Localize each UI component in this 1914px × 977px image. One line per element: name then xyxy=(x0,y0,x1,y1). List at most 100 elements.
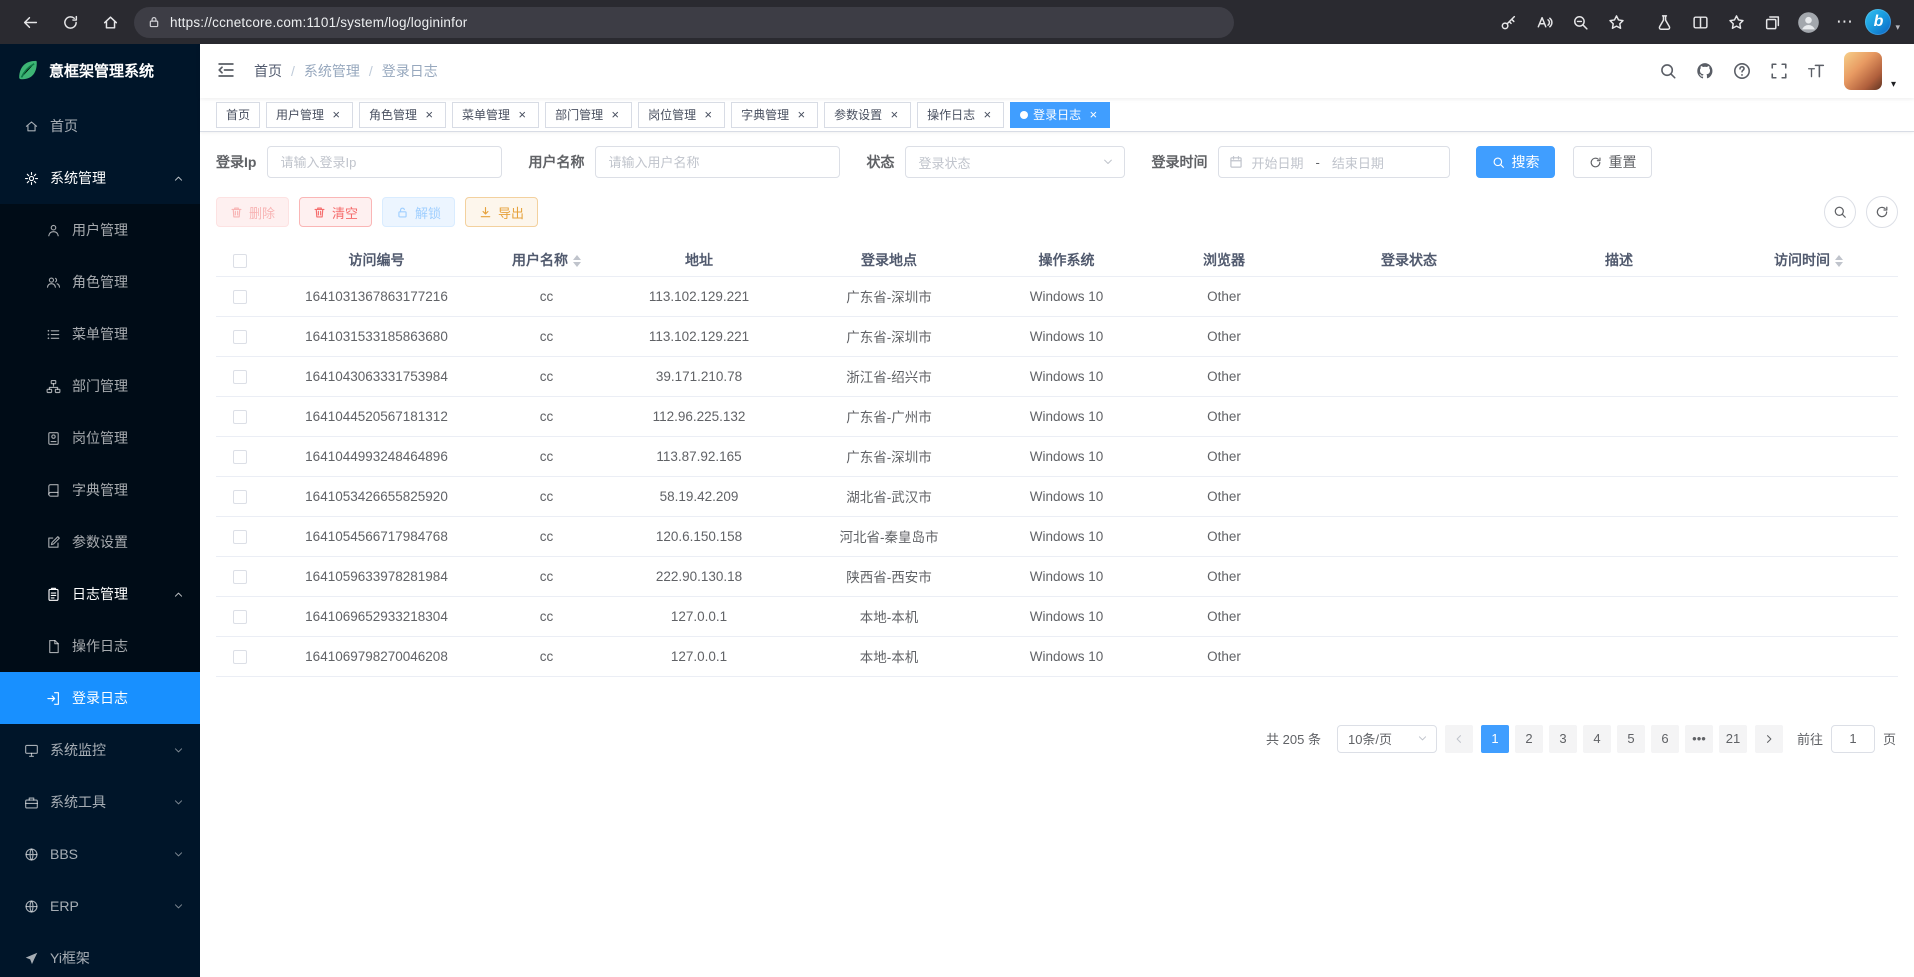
table-row[interactable]: 1641054566717984768 cc 120.6.150.158 河北省… xyxy=(216,516,1898,556)
page-number-button[interactable]: 4 xyxy=(1583,725,1611,753)
sidebar-item-roles[interactable]: 角色管理 xyxy=(0,256,200,308)
page-number-button[interactable]: 6 xyxy=(1651,725,1679,753)
tab-close-icon[interactable] xyxy=(608,108,622,122)
select-all-checkbox[interactable] xyxy=(233,254,247,268)
tab[interactable]: 用户管理 xyxy=(266,102,353,128)
sidebar-item-dictionary[interactable]: 字典管理 xyxy=(0,464,200,516)
browser-refresh-icon[interactable] xyxy=(54,6,86,38)
tab-close-icon[interactable] xyxy=(887,108,901,122)
table-row[interactable]: 1641044993248464896 cc 113.87.92.165 广东省… xyxy=(216,436,1898,476)
tab[interactable]: 部门管理 xyxy=(545,102,632,128)
tab-close-icon[interactable] xyxy=(794,108,808,122)
favorites-icon[interactable] xyxy=(1721,7,1751,37)
page-number-button[interactable]: 2 xyxy=(1515,725,1543,753)
table-row[interactable]: 1641053426655825920 cc 58.19.42.209 湖北省-… xyxy=(216,476,1898,516)
sidebar-item-system[interactable]: 系统管理 xyxy=(0,152,200,204)
user-avatar[interactable] xyxy=(1844,52,1882,90)
sidebar-item-tools[interactable]: 系统工具 xyxy=(0,776,200,828)
table-row[interactable]: 1641044520567181312 cc 112.96.225.132 广东… xyxy=(216,396,1898,436)
sidebar-item-monitor[interactable]: 系统监控 xyxy=(0,724,200,776)
sidebar-item-yi-framework[interactable]: Yi框架 xyxy=(0,932,200,977)
row-checkbox[interactable] xyxy=(233,530,247,544)
browser-back-icon[interactable] xyxy=(14,6,46,38)
sidebar-item-erp[interactable]: ERP xyxy=(0,880,200,932)
browser-profile-avatar[interactable] xyxy=(1793,7,1823,37)
column-header-time[interactable]: 访问时间 xyxy=(1719,244,1898,276)
export-button[interactable]: 导出 xyxy=(465,197,538,227)
tab[interactable]: 菜单管理 xyxy=(452,102,539,128)
delete-button[interactable]: 删除 xyxy=(216,197,289,227)
refresh-table-button[interactable] xyxy=(1866,196,1898,228)
address-bar[interactable]: https://ccnetcore.com:1101/system/log/lo… xyxy=(134,7,1234,38)
sidebar-item-home[interactable]: 首页 xyxy=(0,100,200,152)
column-header-username[interactable]: 用户名称 xyxy=(489,244,604,276)
password-key-icon[interactable] xyxy=(1493,7,1523,37)
sort-icon[interactable] xyxy=(573,255,581,267)
help-icon[interactable] xyxy=(1733,62,1751,80)
tab-close-icon[interactable] xyxy=(980,108,994,122)
avatar-caret-icon[interactable]: ▾ xyxy=(1891,79,1896,90)
page-size-select[interactable]: 10条/页 xyxy=(1337,725,1437,753)
row-checkbox[interactable] xyxy=(233,570,247,584)
tab[interactable]: 岗位管理 xyxy=(638,102,725,128)
font-size-icon[interactable] xyxy=(1807,62,1825,80)
sidebar-item-parameters[interactable]: 参数设置 xyxy=(0,516,200,568)
tab[interactable]: 登录日志 xyxy=(1010,102,1110,128)
unlock-button[interactable]: 解锁 xyxy=(382,197,455,227)
row-checkbox[interactable] xyxy=(233,490,247,504)
prev-page-button[interactable] xyxy=(1445,725,1473,753)
search-icon[interactable] xyxy=(1659,62,1677,80)
github-icon[interactable] xyxy=(1696,62,1714,80)
collections-icon[interactable] xyxy=(1757,7,1787,37)
sidebar-toggle-icon[interactable] xyxy=(216,60,238,82)
goto-page-input[interactable] xyxy=(1831,725,1875,753)
zoom-icon[interactable] xyxy=(1565,7,1595,37)
tab[interactable]: 字典管理 xyxy=(731,102,818,128)
split-screen-icon[interactable] xyxy=(1685,7,1715,37)
sidebar-item-menus[interactable]: 菜单管理 xyxy=(0,308,200,360)
site-lock-icon[interactable] xyxy=(147,15,161,29)
breadcrumb-home[interactable]: 首页 xyxy=(254,61,282,81)
table-row[interactable]: 1641031367863177216 cc 113.102.129.221 广… xyxy=(216,276,1898,316)
table-row[interactable]: 1641043063331753984 cc 39.171.210.78 浙江省… xyxy=(216,356,1898,396)
next-page-button[interactable] xyxy=(1755,725,1783,753)
row-checkbox[interactable] xyxy=(233,450,247,464)
browser-essentials-icon[interactable] xyxy=(1649,7,1679,37)
sidebar-item-login-log[interactable]: 登录日志 xyxy=(0,672,200,724)
add-favorite-icon[interactable] xyxy=(1601,7,1631,37)
table-row[interactable]: 1641031533185863680 cc 113.102.129.221 广… xyxy=(216,316,1898,356)
bing-caret-icon[interactable]: ▾ xyxy=(1895,22,1900,33)
page-number-button[interactable]: 21 xyxy=(1719,725,1747,753)
browser-home-icon[interactable] xyxy=(94,6,126,38)
table-row[interactable]: 1641059633978281984 cc 222.90.130.18 陕西省… xyxy=(216,556,1898,596)
sidebar-item-posts[interactable]: 岗位管理 xyxy=(0,412,200,464)
clear-button[interactable]: 清空 xyxy=(299,197,372,227)
sidebar-item-log-management[interactable]: 日志管理 xyxy=(0,568,200,620)
row-checkbox[interactable] xyxy=(233,610,247,624)
sidebar-item-operation-log[interactable]: 操作日志 xyxy=(0,620,200,672)
bing-icon[interactable] xyxy=(1865,9,1891,35)
tab[interactable]: 首页 xyxy=(216,102,260,128)
fullscreen-icon[interactable] xyxy=(1770,62,1788,80)
tab[interactable]: 参数设置 xyxy=(824,102,911,128)
filter-username-input[interactable] xyxy=(595,146,840,178)
sort-icon[interactable] xyxy=(1835,255,1843,267)
row-checkbox[interactable] xyxy=(233,410,247,424)
page-number-button[interactable]: 5 xyxy=(1617,725,1645,753)
tab[interactable]: 角色管理 xyxy=(359,102,446,128)
tab-close-icon[interactable] xyxy=(701,108,715,122)
sidebar-item-bbs[interactable]: BBS xyxy=(0,828,200,880)
tab-close-icon[interactable] xyxy=(1086,108,1100,122)
filter-daterange-picker[interactable]: 开始日期 - 结束日期 xyxy=(1218,146,1450,178)
browser-settings-icon[interactable] xyxy=(1829,7,1859,37)
read-aloud-icon[interactable] xyxy=(1529,7,1559,37)
filter-ip-input[interactable] xyxy=(267,146,502,178)
row-checkbox[interactable] xyxy=(233,290,247,304)
toggle-search-button[interactable] xyxy=(1824,196,1856,228)
app-logo[interactable]: 意框架管理系统 xyxy=(0,44,200,96)
page-number-button[interactable]: 1 xyxy=(1481,725,1509,753)
breadcrumb-system[interactable]: 系统管理 xyxy=(304,61,360,81)
row-checkbox[interactable] xyxy=(233,650,247,664)
tab-close-icon[interactable] xyxy=(329,108,343,122)
search-button[interactable]: 搜索 xyxy=(1476,146,1555,178)
